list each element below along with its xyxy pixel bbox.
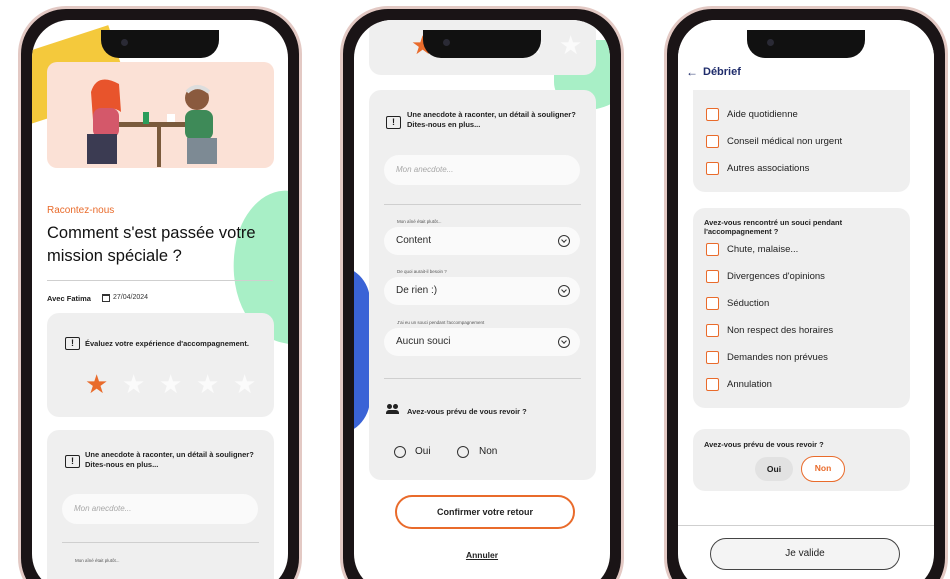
- confirm-button[interactable]: Confirmer votre retour: [395, 495, 575, 529]
- anecdote-question: Une anecdote à raconter, un détail à sou…: [407, 110, 576, 129]
- blue-shape: [354, 265, 370, 435]
- screen-debrief: ← Débrief Aide quotidienne Conseil médica…: [678, 20, 934, 579]
- select3-label: J'ai eu un souci pendant l'accompagnemen…: [397, 320, 485, 325]
- calendar-icon: [102, 294, 110, 302]
- date-text: 27/04/2024: [113, 294, 149, 301]
- chevron-down-icon: [558, 336, 570, 348]
- mood-select-value: Content: [396, 235, 432, 246]
- small-label: Mon aîné était plutôt...: [75, 558, 120, 563]
- comment-icon: !: [65, 455, 80, 468]
- checkbox-label: Autres associations: [727, 163, 810, 174]
- phone-frame-2: ★★★★★ ! Une anecdote à raconter, un déta…: [340, 6, 624, 579]
- non-button[interactable]: Non: [801, 456, 845, 482]
- form-card: ! Une anecdote à raconter, un détail à s…: [369, 90, 596, 480]
- star-icon[interactable]: ★: [233, 371, 256, 397]
- issue-select[interactable]: Aucun souci: [384, 328, 580, 356]
- checkbox[interactable]: [706, 324, 719, 337]
- checkbox-label: Séduction: [727, 298, 770, 309]
- phone-notch: [747, 30, 865, 58]
- star-rating[interactable]: ★ ★ ★ ★ ★: [85, 371, 256, 397]
- arrow-left-icon[interactable]: ←: [686, 65, 698, 79]
- divider: [62, 542, 259, 543]
- issue-question: Avez-vous rencontré un souci pendant l'a…: [704, 218, 843, 236]
- screen-feedback-form: ★★★★★ ! Une anecdote à raconter, un déta…: [354, 20, 610, 579]
- revoir-card: Avez-vous prévu de vous revoir ? Oui Non: [693, 429, 910, 491]
- star-icon[interactable]: ★: [159, 371, 182, 397]
- rating-question: Évaluez votre expérience d'accompagnemen…: [85, 339, 249, 348]
- chevron-down-icon: [558, 235, 570, 247]
- chevron-down-icon: [558, 285, 570, 297]
- divider: [678, 525, 934, 526]
- anecdote-question: Une anecdote à raconter, un détail à sou…: [85, 450, 254, 469]
- select2-label: De quoi aurait-il besoin ?: [397, 269, 447, 274]
- checkbox[interactable]: [706, 108, 719, 121]
- checkbox-label: Aide quotidienne: [727, 109, 798, 120]
- checkbox[interactable]: [706, 351, 719, 364]
- anecdote-card: ! Une anecdote à raconter, un détail à s…: [47, 430, 274, 579]
- phone-frame-3: ← Débrief Aide quotidienne Conseil médica…: [664, 6, 948, 579]
- radio-oui-label: Oui: [415, 446, 431, 457]
- radio-oui[interactable]: [394, 446, 406, 458]
- issue-select-value: Aucun souci: [396, 336, 451, 347]
- checkbox-label: Non respect des horaires: [727, 325, 834, 336]
- star-icon[interactable]: ★: [196, 371, 219, 397]
- phone-notch: [423, 30, 541, 58]
- checkbox-label: Conseil médical non urgent: [727, 136, 843, 147]
- radio-non[interactable]: [457, 446, 469, 458]
- star-icon[interactable]: ★: [559, 32, 582, 58]
- comment-icon: !: [65, 337, 80, 350]
- checkbox-label: Annulation: [727, 379, 772, 390]
- page-title: Comment s'est passée votre mission spéci…: [47, 224, 256, 265]
- header-title: Débrief: [703, 66, 741, 78]
- help-card: Aide quotidienne Conseil médical non urge…: [693, 75, 910, 192]
- anecdote-input[interactable]: Mon anecdote...: [384, 155, 580, 185]
- checkbox[interactable]: [706, 270, 719, 283]
- validate-button[interactable]: Je valide: [710, 538, 900, 570]
- anecdote-input[interactable]: Mon anecdote...: [62, 494, 258, 524]
- select1-label: Mon aîné était plutôt...: [397, 219, 442, 224]
- screen-racontez-nous: Racontez-nous Comment s'est passée votre…: [32, 20, 288, 579]
- comment-icon: !: [386, 116, 401, 129]
- checkbox-label: Chute, malaise...: [727, 244, 799, 255]
- checkbox[interactable]: [706, 378, 719, 391]
- checkbox[interactable]: [706, 297, 719, 310]
- checkbox[interactable]: [706, 243, 719, 256]
- checkbox[interactable]: [706, 135, 719, 148]
- revoir-question: Avez-vous prévu de vous revoir ?: [704, 440, 824, 449]
- radio-non-label: Non: [479, 446, 498, 457]
- star-icon[interactable]: ★: [122, 371, 145, 397]
- issue-card: Avez-vous rencontré un souci pendant l'a…: [693, 208, 910, 408]
- needs-select-value: De rien :): [396, 285, 438, 296]
- section-label: Racontez-nous: [47, 205, 115, 216]
- checkbox[interactable]: [706, 162, 719, 175]
- divider: [384, 378, 581, 379]
- phone-notch: [101, 30, 219, 58]
- divider: [47, 280, 273, 281]
- checkbox-label: Demandes non prévues: [727, 352, 828, 363]
- checkbox-label: Divergences d'opinions: [727, 271, 825, 282]
- needs-select[interactable]: De rien :): [384, 277, 580, 305]
- star-icon[interactable]: ★: [85, 371, 108, 397]
- people-icon: [386, 404, 399, 414]
- cancel-link[interactable]: Annuler: [354, 550, 610, 560]
- illustration: [47, 62, 274, 168]
- mood-select[interactable]: Content: [384, 227, 580, 255]
- revoir-question: Avez-vous prévu de vous revoir ?: [407, 407, 527, 416]
- rating-card: ! Évaluez votre expérience d'accompagnem…: [47, 313, 274, 417]
- with-text: Avec Fatima: [47, 294, 91, 303]
- phone-frame-1: Racontez-nous Comment s'est passée votre…: [18, 6, 302, 579]
- oui-button[interactable]: Oui: [755, 457, 793, 481]
- divider: [384, 204, 581, 205]
